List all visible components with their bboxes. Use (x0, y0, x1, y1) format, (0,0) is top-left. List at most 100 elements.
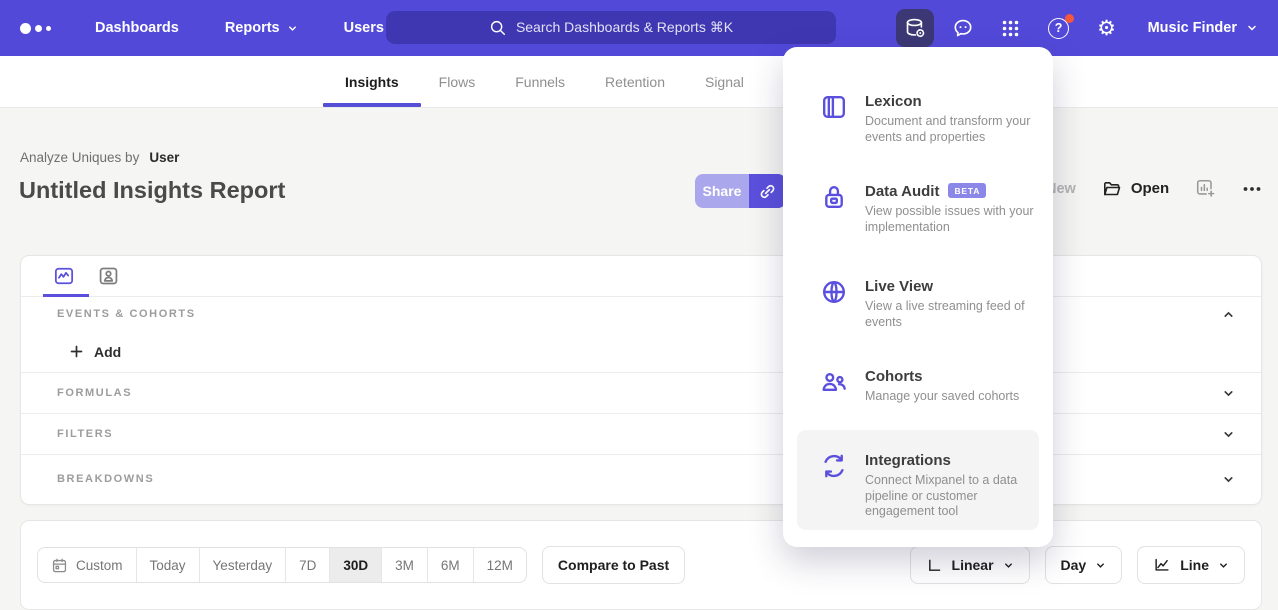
chevron-down-icon (287, 23, 298, 34)
date-range-7d[interactable]: 7D (285, 548, 329, 582)
chart-display-controls: Linear Day Line (910, 546, 1245, 584)
date-range-yesterday[interactable]: Yesterday (199, 548, 286, 582)
page-title[interactable]: Untitled Insights Report (19, 177, 285, 204)
search-placeholder: Search Dashboards & Reports ⌘K (516, 19, 733, 36)
add-to-dashboard-button[interactable] (1195, 178, 1216, 199)
open-report-button[interactable]: Open (1102, 179, 1169, 199)
tab-funnels[interactable]: Funnels (515, 56, 565, 107)
date-range-12m[interactable]: 12M (473, 548, 526, 582)
chevron-down-icon (1222, 428, 1235, 441)
apps-grid-icon (1000, 18, 1021, 39)
menu-item-lexicon[interactable]: Lexicon Document and transform your even… (783, 93, 1053, 183)
date-range-segment: Custom Today Yesterday 7D 30D 3M 6M 12M (37, 547, 527, 583)
section-breakdowns: BREAKDOWNS (21, 455, 1261, 503)
search-icon (489, 19, 507, 37)
chevron-down-icon (1246, 22, 1258, 34)
copy-link-button[interactable] (749, 174, 786, 208)
query-builder-card: EVENTS & COHORTS Add FORMULAS FILTERS BR… (20, 255, 1262, 505)
nav-right-cluster: ? ⚙ Music Finder (896, 9, 1258, 47)
apps-grid-button[interactable] (992, 9, 1030, 47)
insights-chart-icon (52, 265, 76, 287)
section-events-cohorts: EVENTS & COHORTS (21, 297, 1261, 331)
tab-insights[interactable]: Insights (345, 56, 399, 107)
nav-link-dashboards[interactable]: Dashboards (95, 20, 179, 36)
tab-flows[interactable]: Flows (439, 56, 476, 107)
lexicon-book-icon (820, 93, 848, 183)
tab-signal[interactable]: Signal (705, 56, 744, 107)
gear-icon: ⚙ (1097, 18, 1116, 39)
section-label: FORMULAS (57, 387, 132, 399)
date-range-today[interactable]: Today (136, 548, 199, 582)
chevron-down-icon (1222, 387, 1235, 400)
report-subtitle: Analyze Uniques by User (20, 150, 179, 165)
builder-icon-tabs (21, 256, 1261, 297)
chevron-up-icon (1222, 308, 1235, 321)
analysis-entity-selector[interactable]: User (149, 150, 179, 165)
database-gear-icon (904, 17, 926, 39)
expand-section-button[interactable] (1222, 387, 1235, 400)
beta-badge: BETA (948, 183, 986, 198)
feedback-button[interactable] (944, 9, 982, 47)
share-button-group: Share (695, 174, 786, 208)
nav-link-reports[interactable]: Reports (225, 20, 298, 36)
share-button[interactable]: Share (695, 174, 749, 208)
chevron-down-icon (1218, 560, 1229, 571)
plus-icon (69, 344, 84, 359)
chart-type-selector[interactable]: Line (1137, 546, 1245, 584)
subtitle-prefix: Analyze Uniques by (20, 150, 139, 165)
chart-add-icon (1195, 178, 1216, 199)
cohorts-people-icon (820, 368, 848, 430)
data-management-button[interactable] (896, 9, 934, 47)
integrations-sync-icon (820, 452, 848, 530)
menu-item-live-view[interactable]: Live View View a live streaming feed of … (783, 278, 1053, 368)
date-range-30d[interactable]: 30D (329, 548, 381, 582)
section-label: EVENTS & COHORTS (57, 308, 196, 320)
section-label: BREAKDOWNS (57, 473, 154, 485)
search-input[interactable]: Search Dashboards & Reports ⌘K (386, 11, 836, 44)
linear-axes-icon (926, 557, 943, 574)
section-formulas: FORMULAS (21, 373, 1261, 414)
live-view-globe-icon (820, 278, 848, 368)
menu-item-integrations[interactable]: Integrations Connect Mixpanel to a data … (797, 430, 1039, 530)
data-management-menu: Lexicon Document and transform your even… (783, 47, 1053, 547)
menu-item-data-audit[interactable]: Data Audit BETA View possible issues wit… (783, 183, 1053, 278)
date-range-custom[interactable]: Custom (38, 548, 136, 582)
settings-button[interactable]: ⚙ (1088, 9, 1126, 47)
tab-retention[interactable]: Retention (605, 56, 665, 107)
profile-person-icon (97, 265, 120, 287)
scale-selector[interactable]: Linear (910, 546, 1030, 584)
date-range-3m[interactable]: 3M (381, 548, 427, 582)
interval-selector[interactable]: Day (1045, 546, 1123, 584)
expand-section-button[interactable] (1222, 428, 1235, 441)
folder-open-icon (1102, 179, 1122, 199)
notification-dot (1065, 14, 1074, 23)
tab-events-analysis[interactable] (51, 265, 76, 288)
tab-profiles-analysis[interactable] (96, 265, 121, 288)
menu-item-cohorts[interactable]: Cohorts Manage your saved cohorts (783, 368, 1053, 430)
add-event-button[interactable]: Add (21, 331, 1261, 373)
date-range-6m[interactable]: 6M (427, 548, 473, 582)
collapse-section-button[interactable] (1222, 308, 1235, 321)
section-filters: FILTERS (21, 414, 1261, 455)
speech-bubble-icon (952, 17, 974, 39)
help-button[interactable]: ? (1040, 9, 1078, 47)
line-chart-icon (1153, 556, 1171, 574)
active-tab-underline (43, 294, 89, 297)
project-name: Music Finder (1148, 20, 1237, 36)
calendar-icon (51, 557, 68, 574)
data-audit-lock-icon (820, 183, 848, 278)
header-actions: New Open (1046, 178, 1262, 199)
nav-link-users[interactable]: Users (344, 20, 384, 36)
section-label: FILTERS (57, 428, 113, 440)
more-horizontal-icon (1242, 179, 1262, 199)
chart-toolbar-card: Custom Today Yesterday 7D 30D 3M 6M 12M … (20, 520, 1262, 610)
mixpanel-logo-icon[interactable] (20, 23, 51, 34)
expand-section-button[interactable] (1222, 473, 1235, 486)
top-nav: Dashboards Reports Users Search Dashboar… (0, 0, 1278, 56)
project-switcher[interactable]: Music Finder (1148, 20, 1258, 36)
link-icon (758, 182, 777, 201)
chevron-down-icon (1222, 473, 1235, 486)
compare-to-past-button[interactable]: Compare to Past (542, 546, 685, 584)
more-options-button[interactable] (1242, 179, 1262, 199)
report-tabbar: Insights Flows Funnels Retention Signal … (0, 56, 1278, 108)
